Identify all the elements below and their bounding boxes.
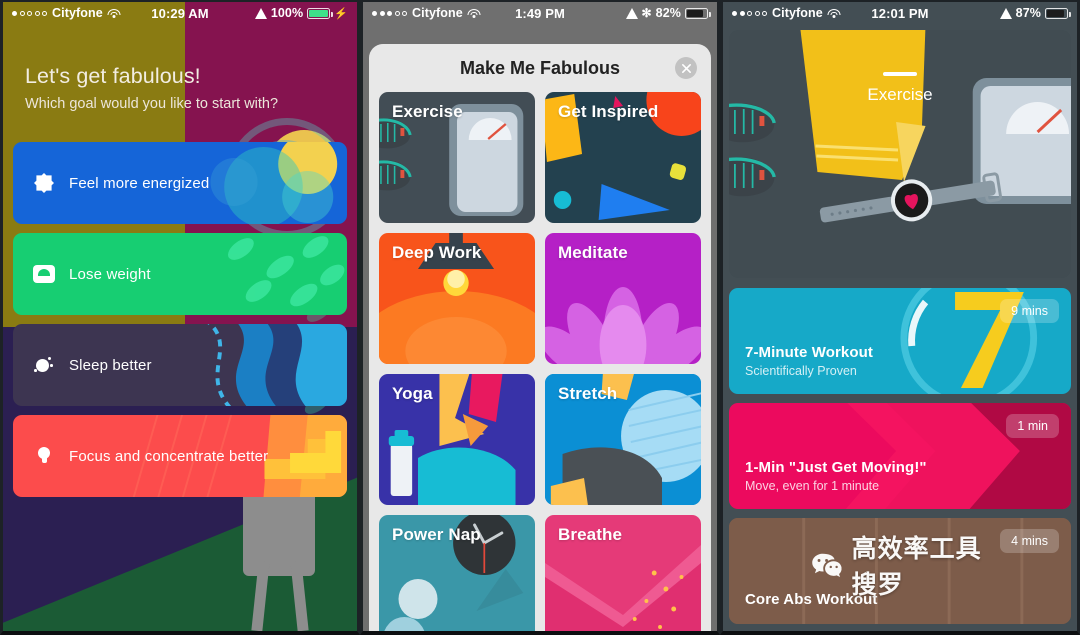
tile-stretch[interactable]: Stretch <box>545 374 701 505</box>
battery-percent: 100% <box>270 6 304 20</box>
watermark-text: 高效率工具搜罗 <box>851 534 982 599</box>
tile-exercise[interactable]: Exercise <box>379 92 535 223</box>
activity-picker-modal: Make Me Fabulous Exercise Get Inspired D… <box>369 44 711 631</box>
duration-badge: 9 mins <box>1000 299 1059 323</box>
sleep-artwork <box>13 324 347 406</box>
screen-exercise-detail: Cityfone 12:01 PM 87% Exercise 7-Minute … <box>720 0 1080 635</box>
tile-label: Stretch <box>558 384 618 403</box>
location-arrow-icon <box>625 7 638 19</box>
battery-icon <box>1045 7 1071 19</box>
wifi-icon <box>107 8 121 18</box>
signal-strength-icon <box>732 10 767 16</box>
tile-label: Meditate <box>558 243 628 262</box>
tile-deep-work[interactable]: Deep Work <box>379 233 535 364</box>
wechat-watermark: 高效率工具搜罗 <box>812 529 989 601</box>
tile-yoga[interactable]: Yoga <box>379 374 535 505</box>
screen-goal-selection: Cityfone 10:29 AM 100% ⚡ Let's get fabul… <box>0 0 360 635</box>
activity-tile-grid: Exercise Get Inspired Deep Work Meditate… <box>369 92 711 631</box>
carrier-name: Cityfone <box>772 6 823 20</box>
page-title: Let's get fabulous! <box>25 64 201 88</box>
workout-subtitle: Move, even for 1 minute <box>745 479 880 493</box>
goal-card-sleep[interactable]: Sleep better <box>13 324 347 406</box>
workout-subtitle: Scientifically Proven <box>745 364 857 378</box>
goal-label: Sleep better <box>69 356 152 374</box>
drag-handle[interactable] <box>883 72 917 76</box>
duration-badge: 4 mins <box>1000 529 1059 553</box>
goal-card-focus[interactable]: Focus and concentrate better <box>13 415 347 497</box>
page-header: Let's get fabulous! Which goal would you… <box>25 64 278 112</box>
lose-weight-artwork <box>13 233 347 315</box>
tile-get-inspired[interactable]: Get Inspired <box>545 92 701 223</box>
tile-label: Yoga <box>392 384 433 403</box>
tile-breathe[interactable]: Breathe <box>545 515 701 631</box>
wifi-icon <box>827 8 841 18</box>
exercise-hero-banner[interactable]: Exercise <box>729 30 1071 278</box>
hero-title: Exercise <box>867 85 933 104</box>
workout-text: 1-Min "Just Get Moving!" Move, even for … <box>745 459 927 493</box>
modal-header: Make Me Fabulous <box>369 44 711 92</box>
carrier-name: Cityfone <box>52 6 103 20</box>
workout-card-1-min[interactable]: 1-Min "Just Get Moving!" Move, even for … <box>729 403 1071 509</box>
charging-bolt-icon: ⚡ <box>334 7 348 20</box>
tile-meditate[interactable]: Meditate <box>545 233 701 364</box>
goal-card-energized[interactable]: Feel more energized <box>13 142 347 224</box>
workout-card-7-minute[interactable]: 7-Minute Workout Scientifically Proven 9… <box>729 288 1071 394</box>
duration-badge: 1 min <box>1006 414 1059 438</box>
signal-strength-icon <box>372 10 407 16</box>
status-bar: Cityfone 10:29 AM 100% ⚡ <box>3 2 357 24</box>
screenshot-root: Cityfone 10:29 AM 100% ⚡ Let's get fabul… <box>0 0 1080 635</box>
status-bar: Cityfone 1:49 PM ✻ 82% <box>363 2 717 24</box>
bluetooth-icon: ✻ <box>641 6 652 20</box>
goal-list: Feel more energized Lose weight Sleep be… <box>13 142 347 497</box>
page-subtitle: Which goal would you like to start with? <box>25 96 279 112</box>
battery-icon <box>685 7 711 19</box>
tile-label: Deep Work <box>392 243 482 262</box>
wifi-icon <box>467 8 481 18</box>
signal-strength-icon <box>12 10 47 16</box>
workout-text: 7-Minute Workout Scientifically Proven <box>745 344 873 378</box>
status-bar: Cityfone 12:01 PM 87% <box>723 2 1077 24</box>
screen-activity-picker: Cityfone 1:49 PM ✻ 82% Make Me Fabulous <box>360 0 720 635</box>
sun-icon <box>33 172 55 194</box>
wechat-icon <box>812 553 842 578</box>
tile-label: Power Nap <box>392 525 481 544</box>
goal-label: Feel more energized <box>69 174 210 192</box>
tile-power-nap[interactable]: Power Nap <box>379 515 535 631</box>
battery-percent: 82% <box>655 6 681 20</box>
battery-percent: 87% <box>1015 6 1041 20</box>
tile-label: Breathe <box>558 525 623 544</box>
goal-label: Lose weight <box>69 265 151 283</box>
exercise-hero-artwork <box>729 30 1071 278</box>
close-icon[interactable] <box>675 57 697 79</box>
tile-label: Get Inspired <box>558 102 659 121</box>
carrier-name: Cityfone <box>412 6 463 20</box>
modal-title: Make Me Fabulous <box>459 57 621 78</box>
battery-icon <box>307 7 333 19</box>
goal-label: Focus and concentrate better <box>69 447 269 465</box>
location-arrow-icon <box>999 7 1012 19</box>
tile-label: Exercise <box>392 102 463 121</box>
goal-card-lose-weight[interactable]: Lose weight <box>13 233 347 315</box>
scale-icon <box>33 263 55 285</box>
workout-title: 7-Minute Workout <box>745 344 873 361</box>
workout-title: 1-Min "Just Get Moving!" <box>745 459 927 476</box>
moon-icon <box>33 354 55 376</box>
location-arrow-icon <box>254 7 267 19</box>
lightbulb-icon <box>33 445 55 467</box>
